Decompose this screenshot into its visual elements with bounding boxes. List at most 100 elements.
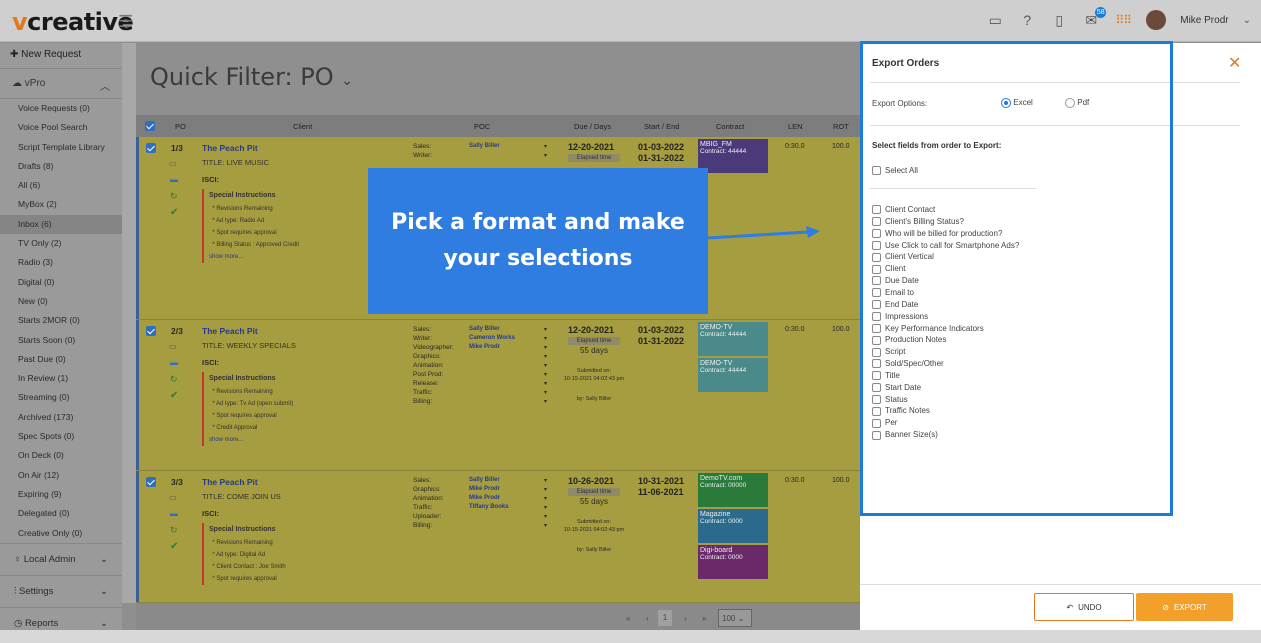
sidebar-item[interactable]: New (0): [0, 292, 122, 311]
approved-check-icon[interactable]: ✔: [170, 390, 178, 401]
col-start-end[interactable]: Start / End: [644, 122, 679, 131]
poc-dropdown-icon[interactable]: ▾: [544, 326, 547, 333]
chat-icon[interactable]: ▭: [986, 11, 1004, 29]
message-icon[interactable]: ▬: [170, 175, 178, 184]
sidebar-item[interactable]: Starts Soon (0): [0, 331, 122, 350]
poc-dropdown-icon[interactable]: ▾: [544, 344, 547, 351]
sidebar-item[interactable]: Starts 2MOR (0): [0, 311, 122, 330]
sidebar-item[interactable]: Streaming (0): [0, 388, 122, 407]
next-page-icon[interactable]: ›: [684, 614, 687, 623]
table-row[interactable]: 3/3 ▭ ▬ ↻ ✔ The Peach Pit TITLE: COME JOIN US I…: [136, 471, 861, 603]
sidebar-item[interactable]: On Air (12): [0, 466, 122, 485]
contract-badge[interactable]: DEMO-TV Contract: 44444: [698, 322, 768, 356]
export-field-checkbox[interactable]: End Date: [872, 299, 918, 310]
sidebar-item[interactable]: Script Template Library: [0, 138, 122, 157]
undo-button[interactable]: ↶ UNDO: [1034, 593, 1134, 621]
per-page-select[interactable]: 100 ⌄: [718, 609, 752, 627]
approved-check-icon[interactable]: ✔: [170, 207, 178, 218]
export-field-checkbox[interactable]: Who will be billed for production?: [872, 228, 1002, 239]
poc-dropdown-icon[interactable]: ▾: [544, 398, 547, 405]
sidebar-item[interactable]: All (6): [0, 176, 122, 195]
poc-dropdown-icon[interactable]: ▾: [544, 362, 547, 369]
poc-name[interactable]: Sally Biller: [469, 477, 500, 483]
current-page[interactable]: 1: [658, 610, 672, 626]
close-icon[interactable]: ✕: [1228, 53, 1241, 73]
export-field-checkbox[interactable]: Per: [872, 417, 897, 428]
approved-check-icon[interactable]: ✔: [170, 541, 178, 552]
contract-badge[interactable]: DemoTV.com Contract: 00000: [698, 473, 768, 507]
export-field-checkbox[interactable]: Traffic Notes: [872, 405, 930, 416]
poc-dropdown-icon[interactable]: ▾: [544, 152, 547, 159]
pdf-radio[interactable]: Pdf: [1065, 98, 1089, 108]
poc-dropdown-icon[interactable]: ▾: [544, 143, 547, 150]
show-more-link[interactable]: show more...: [209, 251, 382, 263]
row-checkbox[interactable]: [146, 143, 156, 153]
user-name[interactable]: Mike Prodr: [1180, 15, 1228, 26]
export-field-checkbox[interactable]: Title: [872, 370, 900, 381]
radio-icon[interactable]: [1065, 98, 1075, 108]
sidebar-item[interactable]: Drafts (8): [0, 157, 122, 176]
col-poc[interactable]: POC: [474, 122, 490, 131]
col-po[interactable]: PO: [175, 122, 186, 131]
poc-dropdown-icon[interactable]: ▾: [544, 495, 547, 502]
poc-dropdown-icon[interactable]: ▾: [544, 477, 547, 484]
export-field-checkbox[interactable]: Sold/Spec/Other: [872, 358, 944, 369]
contract-badge[interactable]: Magazine Contract: 0000: [698, 509, 768, 543]
col-contract[interactable]: Contract: [716, 122, 744, 131]
export-field-checkbox[interactable]: Script: [872, 346, 905, 357]
export-field-checkbox[interactable]: Client Vertical: [872, 251, 934, 262]
poc-dropdown-icon[interactable]: ▾: [544, 513, 547, 520]
apps-grid-icon[interactable]: ⠿⠿: [1114, 11, 1132, 29]
contract-badge[interactable]: Digi-board Contract: 0000: [698, 545, 768, 579]
poc-name[interactable]: Sally Biller: [469, 326, 500, 332]
col-rot[interactable]: ROT: [833, 122, 849, 131]
sidebar-item[interactable]: Delegated (0): [0, 504, 122, 523]
select-all-checkbox[interactable]: Select All: [872, 165, 918, 176]
poc-dropdown-icon[interactable]: ▾: [544, 335, 547, 342]
poc-name[interactable]: Cameron Works: [469, 335, 515, 341]
poc-name[interactable]: Mike Prodr: [469, 344, 500, 350]
mail-icon[interactable]: ✉ 58: [1082, 7, 1107, 29]
poc-dropdown-icon[interactable]: ▾: [544, 522, 547, 529]
export-field-checkbox[interactable]: Banner Size(s): [872, 429, 938, 440]
poc-name[interactable]: Tiffany Books: [469, 504, 509, 510]
sidebar-item[interactable]: Creative Only (0): [0, 524, 122, 543]
sidebar-item[interactable]: On Deck (0): [0, 446, 122, 465]
menu-icon[interactable]: ☰: [118, 12, 133, 32]
row-checkbox[interactable]: [146, 326, 156, 336]
export-field-checkbox[interactable]: Due Date: [872, 275, 919, 286]
sidebar-item[interactable]: Expiring (9): [0, 485, 122, 504]
sidebar-section-settings[interactable]: ⫶ Settings ⌄: [0, 574, 122, 607]
avatar[interactable]: [1146, 10, 1167, 30]
export-field-checkbox[interactable]: Client Contact: [872, 204, 935, 215]
contract-badge[interactable]: DEMO-TV Contract: 44444: [698, 358, 768, 392]
refresh-icon[interactable]: ↻: [170, 525, 178, 536]
sidebar-section-local-admin[interactable]: ♀ Local Admin ⌄: [0, 542, 122, 575]
refresh-icon[interactable]: ↻: [170, 191, 178, 202]
export-field-checkbox[interactable]: Start Date: [872, 382, 921, 393]
export-field-checkbox[interactable]: Status: [872, 394, 908, 405]
prev-page-icon[interactable]: ‹: [646, 614, 649, 623]
col-len[interactable]: LEN: [788, 122, 803, 131]
help-icon[interactable]: ?: [1018, 11, 1036, 29]
poc-name[interactable]: Mike Prodr: [469, 486, 500, 492]
client-name[interactable]: The Peach Pit: [202, 326, 258, 336]
sidebar-item[interactable]: Past Due (0): [0, 350, 122, 369]
last-page-icon[interactable]: »: [702, 614, 706, 623]
poc-name[interactable]: Sally Biller: [469, 143, 500, 149]
vcreative-logo[interactable]: vcreative: [12, 8, 134, 36]
sidebar-item[interactable]: Inbox (6): [0, 214, 122, 235]
message-icon[interactable]: ▬: [170, 509, 178, 518]
export-field-checkbox[interactable]: Use Click to call for Smartphone Ads?: [872, 240, 1019, 251]
col-client[interactable]: Client: [293, 122, 312, 131]
page-title[interactable]: Quick Filter: PO ⌄: [150, 63, 353, 91]
sidebar-item[interactable]: Voice Requests (0): [0, 99, 122, 118]
spot-icon[interactable]: ▭: [169, 493, 177, 502]
poc-dropdown-icon[interactable]: ▾: [544, 486, 547, 493]
export-button[interactable]: ⊘ EXPORT: [1136, 593, 1233, 621]
contract-badge[interactable]: MBIG_FM Contract: 44444: [698, 139, 768, 173]
first-page-icon[interactable]: «: [626, 614, 630, 623]
radio-selected-icon[interactable]: [1001, 98, 1011, 108]
client-name[interactable]: The Peach Pit: [202, 143, 258, 153]
sidebar-item[interactable]: Archived (173): [0, 408, 122, 427]
